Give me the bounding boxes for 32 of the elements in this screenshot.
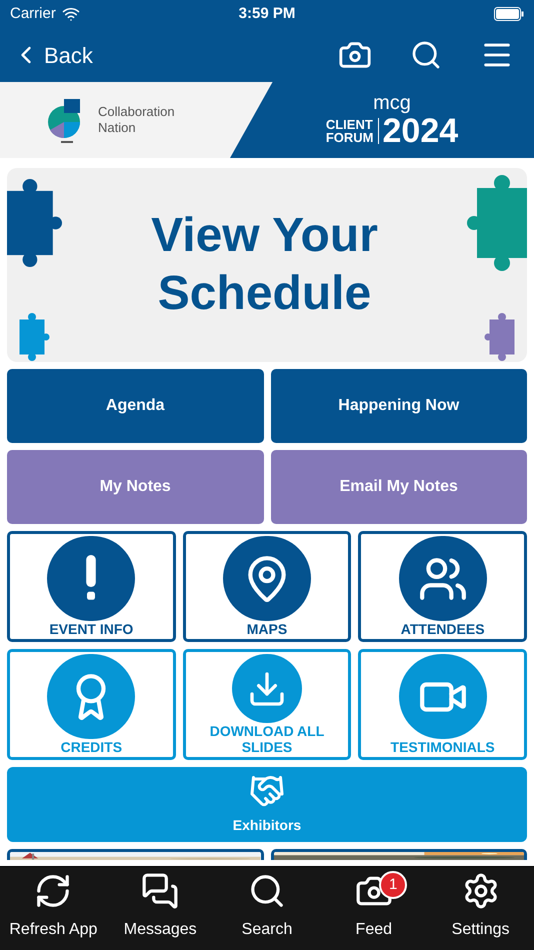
org-name: Collaboration [98,104,175,120]
battery-icon [494,7,524,21]
tab-item[interactable]: Settings [427,867,534,950]
schedule-banner[interactable]: View Your Schedule [7,168,527,362]
feature-tile[interactable]: ATTENDEES [358,531,527,642]
menu-button[interactable]: Email My Notes [270,450,527,524]
feature-tile[interactable]: EVENT INFO [7,531,176,642]
search-icon [410,39,442,71]
event-name: FORUM [326,131,374,144]
org-name: Nation [98,120,137,136]
event-name: CLIENT [326,118,374,131]
carrier-label: Carrier [10,4,56,24]
event-year: 2024 [382,114,458,148]
clock-time: 3:59 PM [238,4,296,24]
back-button[interactable]: Back [12,38,93,72]
tab-item[interactable]: Feed 1 [320,867,428,950]
menu-button[interactable]: Happening Now [270,369,527,443]
promo-card[interactable] [270,849,527,860]
menu-button[interactable]: My Notes [7,450,264,524]
schedule-title: Schedule [158,266,372,322]
promo-card[interactable] [7,849,264,860]
tab-item[interactable]: Search [214,867,320,950]
tab-item[interactable]: Messages [106,867,214,950]
menu-button[interactable]: Agenda [7,369,264,443]
wifi-icon [62,5,80,23]
tab-item[interactable]: Refresh App [0,867,107,950]
feature-tile[interactable]: MAPS [182,531,352,642]
brand-name: mcg [373,92,411,114]
schedule-title: View Your [151,208,378,264]
chat-icon [141,872,180,910]
search-button[interactable] [410,39,442,71]
notification-badge: 1 [379,871,408,899]
